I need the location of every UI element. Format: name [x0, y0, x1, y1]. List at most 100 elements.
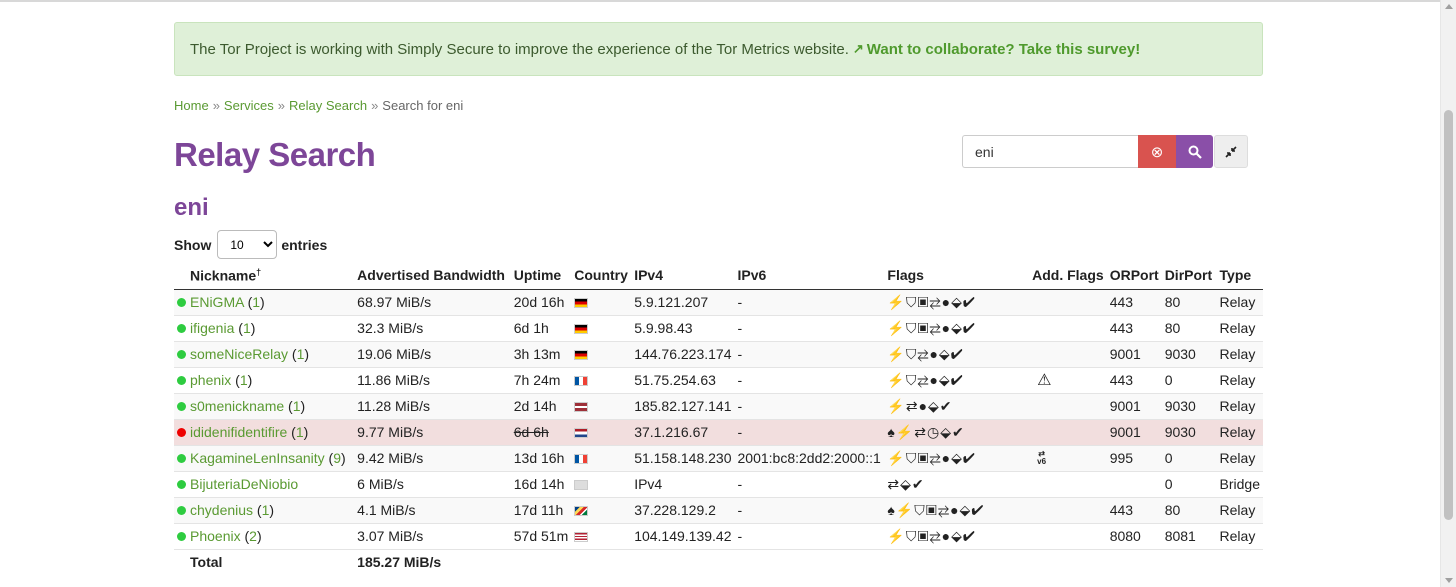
- uptime-cell: 17d 11h: [510, 496, 572, 523]
- clear-search-button[interactable]: ⊗: [1138, 135, 1176, 168]
- family-count[interactable]: 1: [262, 502, 270, 518]
- ipv6-cell: -: [734, 288, 885, 315]
- country-cell: [571, 522, 632, 549]
- clear-icon: ⊗: [1150, 143, 1164, 161]
- breadcrumb-relay-search[interactable]: Relay Search: [289, 98, 367, 113]
- col-uptime[interactable]: Uptime: [510, 262, 572, 290]
- survey-link[interactable]: ↗ Want to collaborate? Take this survey!: [853, 41, 1140, 58]
- breadcrumb-home[interactable]: Home: [174, 98, 209, 113]
- scrollbar[interactable]: [1440, 0, 1456, 587]
- dirport-cell: 0: [1161, 444, 1217, 471]
- flags-cell: ⚡⛉⇄●⬙✔: [884, 366, 1030, 393]
- col-flags[interactable]: Flags: [884, 262, 1030, 290]
- add-flags-cell: [1029, 392, 1107, 419]
- nickname-cell: phenix (1): [174, 366, 355, 393]
- status-dot-icon: [177, 298, 186, 307]
- family-count[interactable]: 1: [296, 424, 304, 440]
- scroll-down-icon[interactable]: [1445, 578, 1453, 583]
- ipv4-cell: 185.82.127.141: [631, 392, 735, 419]
- relay-nickname-link[interactable]: KagamineLenInsanity: [190, 450, 325, 466]
- scroll-up-icon[interactable]: [1445, 4, 1453, 9]
- scrollbar-thumb[interactable]: [1444, 110, 1453, 520]
- table-row[interactable]: someNiceRelay (1) 19.06 MiB/s 3h 13m 144.76…: [174, 340, 1263, 367]
- family-count[interactable]: 1: [252, 294, 260, 310]
- ipv6-cell: -: [734, 340, 885, 367]
- status-dot-icon: [177, 350, 186, 359]
- type-cell: Relay: [1216, 366, 1263, 393]
- search-input[interactable]: [962, 135, 1138, 168]
- col-bandwidth[interactable]: Advertised Bandwidth: [354, 262, 511, 290]
- uptime-cell: 13d 16h: [510, 444, 572, 471]
- bandwidth-cell: 4.1 MiB/s: [354, 496, 511, 523]
- orport-cell: 443: [1106, 366, 1162, 393]
- family-count[interactable]: 1: [293, 398, 301, 414]
- table-row[interactable]: ididenifidentifire (1) 9.77 MiB/s 6d 6h 37.…: [174, 418, 1263, 445]
- external-link-icon: ↗: [852, 41, 864, 56]
- relay-flags-icons: ⚡⇄●⬙✔: [887, 397, 953, 414]
- bandwidth-cell: 11.28 MiB/s: [354, 392, 511, 419]
- country-flag-icon: [574, 402, 589, 412]
- query-heading: eni: [174, 194, 209, 221]
- nickname-cell: ifigenia (1): [174, 314, 355, 341]
- add-flags-cell: [1029, 418, 1107, 445]
- bandwidth-cell: 9.42 MiB/s: [354, 444, 511, 471]
- table-row[interactable]: ifigenia (1) 32.3 MiB/s 6d 1h 5.9.98.43- ⚡⛉▣…: [174, 314, 1263, 341]
- relay-nickname-link[interactable]: ENiGMA: [190, 294, 244, 310]
- col-orport[interactable]: ORPort: [1106, 262, 1162, 290]
- ipv4-cell: 37.228.129.2: [631, 496, 735, 523]
- table-row[interactable]: ENiGMA (1) 68.97 MiB/s 20d 16h 5.9.121.207-…: [174, 288, 1263, 315]
- table-header-row: Nickname† Advertised Bandwidth Uptime Co…: [174, 262, 1263, 290]
- type-cell: Relay: [1216, 522, 1263, 549]
- col-nickname[interactable]: Nickname†: [174, 262, 355, 290]
- relay-nickname-link[interactable]: ifigenia: [190, 320, 234, 336]
- country-cell: [571, 470, 632, 497]
- type-cell: Relay: [1216, 314, 1263, 341]
- nickname-cell: ENiGMA (1): [174, 288, 355, 315]
- relay-flags-icons: ⚡⛉⇄●⬙✔: [887, 371, 964, 388]
- col-ipv4[interactable]: IPv4: [631, 262, 735, 290]
- family-count[interactable]: 1: [240, 372, 248, 388]
- dirport-cell: 0: [1161, 366, 1217, 393]
- relay-nickname-link[interactable]: someNiceRelay: [190, 346, 288, 362]
- show-entries: Show 10 entries: [174, 230, 327, 259]
- family-count[interactable]: 1: [243, 320, 251, 336]
- table-row[interactable]: KagamineLenInsanity (9) 9.42 MiB/s 13d 16h…: [174, 444, 1263, 471]
- country-cell: [571, 496, 632, 523]
- table-row[interactable]: BijuteriaDeNiobio 6 MiB/s 16d 14h IPv4- ⇄⬙✔ 0…: [174, 470, 1263, 497]
- status-dot-icon: [177, 454, 186, 463]
- relay-nickname-link[interactable]: ididenifidentifire: [190, 424, 287, 440]
- nickname-cell: chydenius (1): [174, 496, 355, 523]
- col-type[interactable]: Type: [1216, 262, 1263, 290]
- col-dirport[interactable]: DirPort: [1161, 262, 1217, 290]
- compress-button[interactable]: [1214, 135, 1248, 168]
- table-row[interactable]: phenix (1) 11.86 MiB/s 7h 24m 51.75.254.63-…: [174, 366, 1263, 393]
- top-border: [0, 0, 1440, 2]
- bandwidth-cell: 68.97 MiB/s: [354, 288, 511, 315]
- table-row[interactable]: chydenius (1) 4.1 MiB/s 17d 11h 37.228.129.…: [174, 496, 1263, 523]
- uptime-cell: 6d 1h: [510, 314, 572, 341]
- family-count[interactable]: 2: [249, 528, 257, 544]
- entries-select[interactable]: 10: [217, 230, 278, 259]
- relay-nickname-link[interactable]: Phoenix: [190, 528, 241, 544]
- nickname-cell: someNiceRelay (1): [174, 340, 355, 367]
- col-add-flags[interactable]: Add. Flags: [1029, 262, 1107, 290]
- relay-table: Nickname† Advertised Bandwidth Uptime Co…: [174, 262, 1263, 575]
- relay-flags-icons: ⚡⛉▣⇄●⬙✔: [887, 293, 976, 310]
- family-count[interactable]: 1: [297, 346, 305, 362]
- relay-nickname-link[interactable]: phenix: [190, 372, 231, 388]
- col-country[interactable]: Country: [571, 262, 632, 290]
- search-button[interactable]: [1176, 135, 1213, 168]
- col-ipv6[interactable]: IPv6: [734, 262, 885, 290]
- relay-nickname-link[interactable]: s0menickname: [190, 398, 284, 414]
- status-dot-icon: [177, 480, 186, 489]
- breadcrumb-services[interactable]: Services: [224, 98, 274, 113]
- ipv6-cell: -: [734, 470, 885, 497]
- country-flag-icon: [574, 480, 589, 490]
- family-count[interactable]: 9: [333, 450, 341, 466]
- relay-nickname-link[interactable]: chydenius: [190, 502, 253, 518]
- nickname-cell: Phoenix (2): [174, 522, 355, 549]
- relay-nickname-link[interactable]: BijuteriaDeNiobio: [190, 476, 298, 492]
- table-row[interactable]: Phoenix (2) 3.07 MiB/s 57d 51m 104.149.139.…: [174, 522, 1263, 549]
- ipv4-cell: 5.9.98.43: [631, 314, 735, 341]
- table-row[interactable]: s0menickname (1) 11.28 MiB/s 2d 14h 185.82.…: [174, 392, 1263, 419]
